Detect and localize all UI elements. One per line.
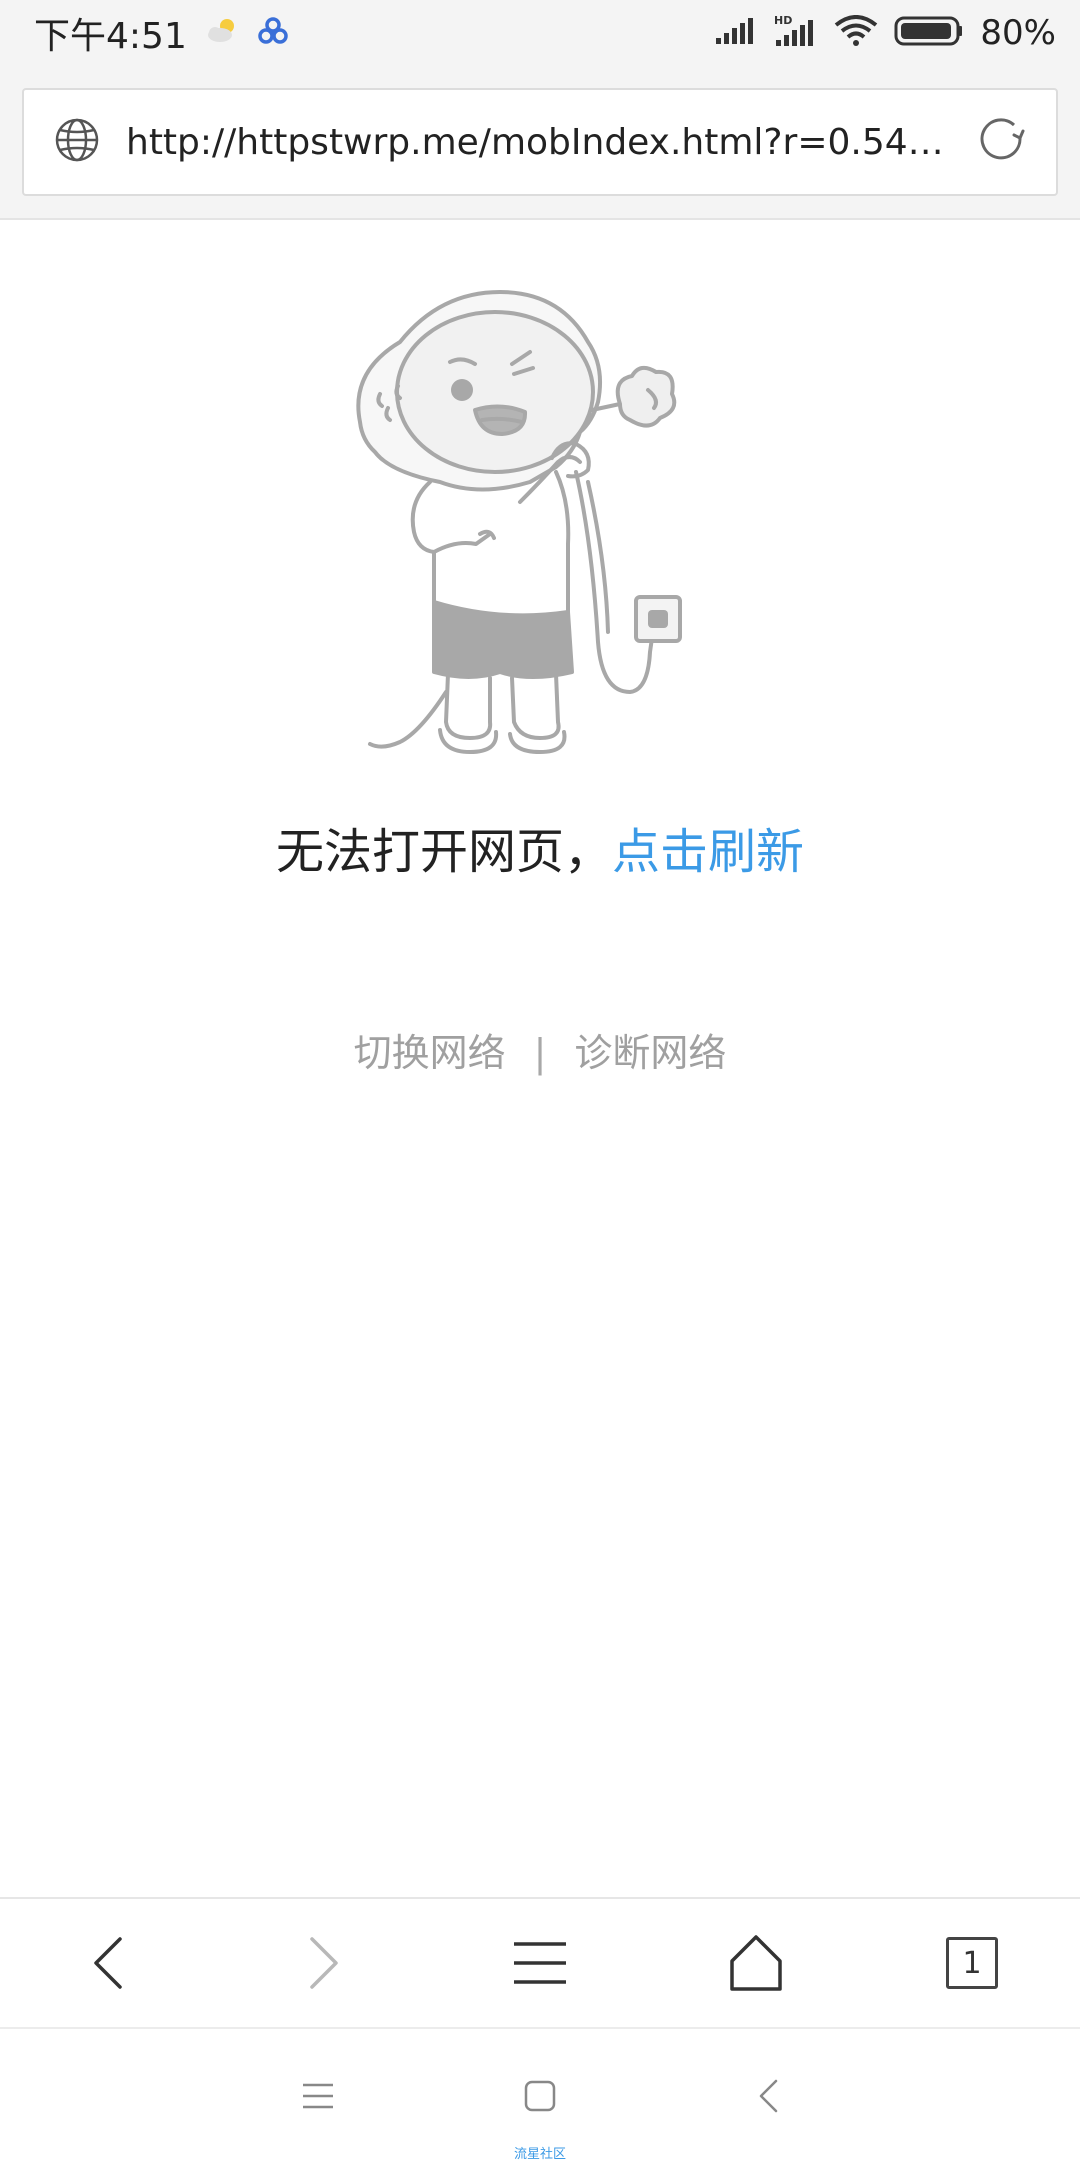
forward-arrow-icon: [310, 1937, 338, 1989]
tab-count: 1: [962, 1945, 982, 1981]
switch-network-link[interactable]: 切换网络: [354, 1031, 506, 1075]
tab-count-icon: 1: [946, 1937, 998, 1989]
system-back-icon: [759, 2079, 778, 2113]
battery-percentage: 80%: [980, 13, 1056, 53]
system-menu-button[interactable]: [288, 2071, 348, 2121]
globe-icon: [54, 117, 100, 167]
system-navigation-bar: 流星社区: [0, 2031, 1080, 2160]
reload-icon[interactable]: [976, 114, 1028, 170]
address-area: http://httpstwrp.me/mobIndex.html?r=0.54…: [0, 66, 1080, 220]
browser-screen: 下午4:51 HD 80% http://httpstwrp.me/mobInd…: [0, 0, 1080, 2160]
url-text[interactable]: http://httpstwrp.me/mobIndex.html?r=0.54…: [126, 122, 950, 163]
tabs-button[interactable]: 1: [912, 1913, 1032, 2013]
address-bar[interactable]: http://httpstwrp.me/mobIndex.html?r=0.54…: [22, 88, 1058, 196]
system-back-button[interactable]: [738, 2071, 798, 2121]
hd-badge: HD: [774, 14, 792, 27]
status-left: 下午4:51: [34, 7, 289, 59]
app-notification-icon: [257, 16, 289, 50]
weather-icon: [205, 17, 239, 49]
network-actions: 切换网络 | 诊断网络: [0, 1022, 1080, 1077]
error-message: 无法打开网页，: [275, 824, 612, 880]
back-button[interactable]: [48, 1913, 168, 2013]
menu-button[interactable]: [480, 1913, 600, 2013]
error-message-line: 无法打开网页，点击刷新: [0, 812, 1080, 882]
error-page-content: 无法打开网页，点击刷新 切换网络 | 诊断网络: [0, 222, 1080, 1898]
action-separator: |: [533, 1031, 547, 1075]
watermark: 流星社区: [513, 2147, 566, 2160]
recent-apps-icon: [303, 2083, 333, 2109]
home-button[interactable]: [696, 1913, 816, 2013]
unplugged-character-illustration: [330, 282, 750, 782]
refresh-link[interactable]: 点击刷新: [612, 824, 804, 880]
browser-toolbar: 1: [0, 1897, 1080, 2029]
home-icon: [730, 1935, 782, 1991]
wifi-icon: [834, 15, 878, 51]
status-bar: 下午4:51 HD 80%: [0, 0, 1080, 66]
status-right: HD 80%: [714, 13, 1056, 53]
back-arrow-icon: [94, 1937, 122, 1989]
battery-icon: [894, 15, 964, 51]
diagnose-network-link[interactable]: 诊断网络: [574, 1031, 726, 1075]
system-home-icon: [524, 2080, 556, 2112]
hd-signal-icon: HD: [772, 14, 818, 52]
forward-button[interactable]: [264, 1913, 384, 2013]
system-home-button[interactable]: [510, 2071, 570, 2121]
menu-icon: [514, 1942, 566, 1984]
status-time: 下午4:51: [34, 16, 187, 57]
signal-icon: [714, 16, 756, 50]
